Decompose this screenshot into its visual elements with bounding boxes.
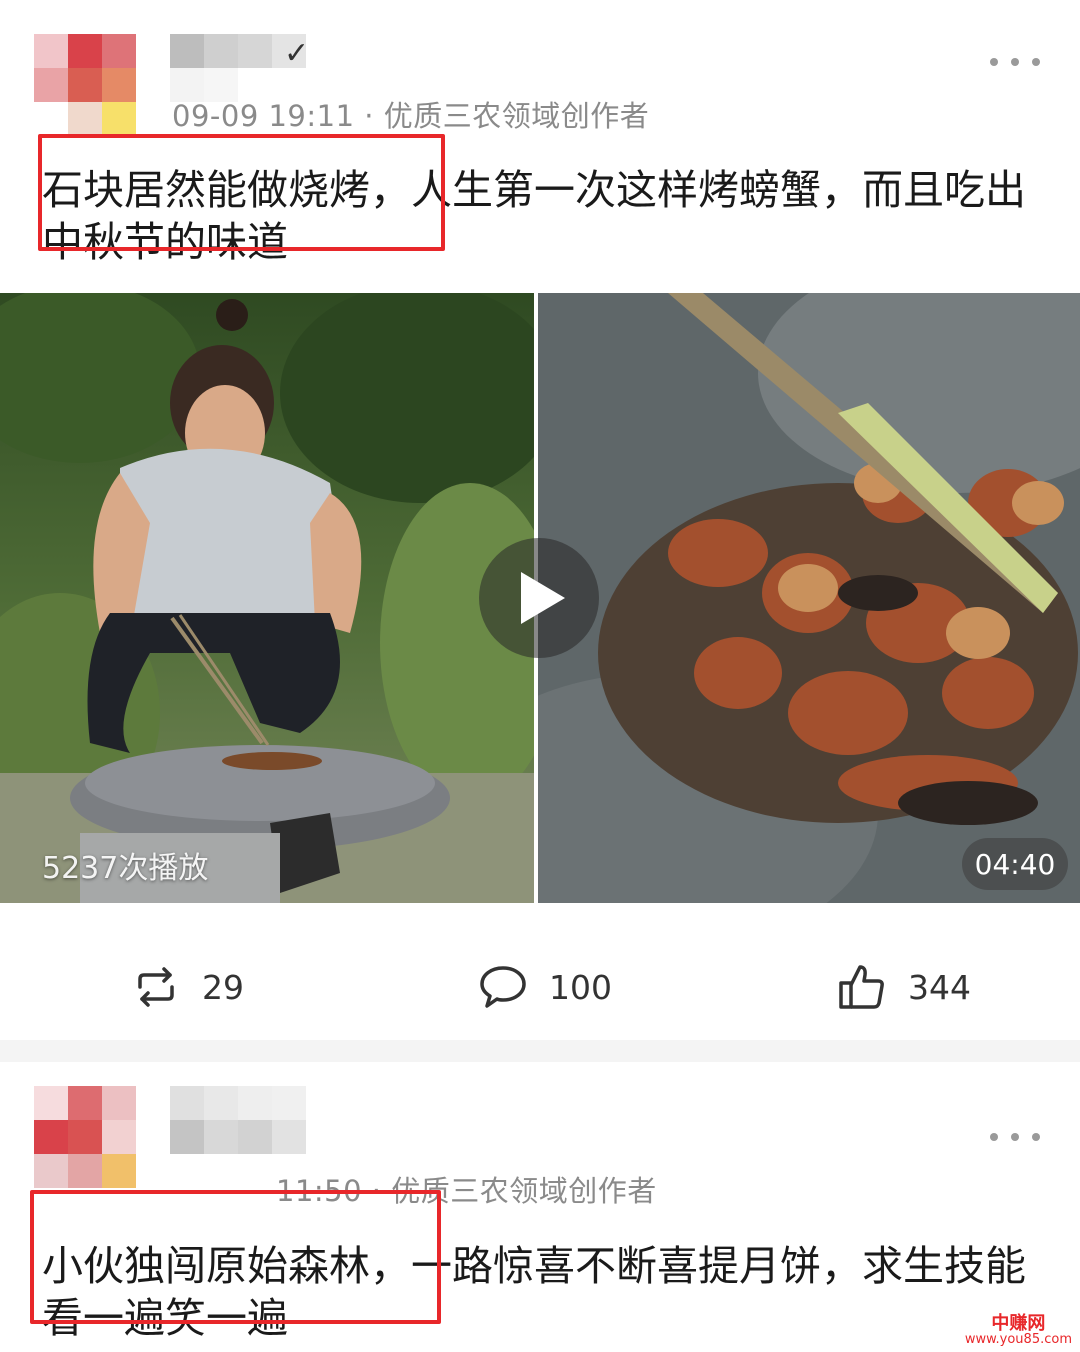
play-icon[interactable]	[479, 538, 599, 658]
red-highlight-box	[38, 134, 445, 251]
post-meta: 09-09 19:11 · 优质三农领域创作者	[172, 99, 650, 133]
video-thumbnail-left[interactable]	[0, 293, 534, 903]
red-highlight-box	[30, 1190, 441, 1324]
repost-button[interactable]: 29	[132, 955, 244, 1019]
avatar[interactable]	[34, 34, 136, 136]
more-dots-icon[interactable]	[990, 52, 1040, 72]
author-name-blurred[interactable]	[170, 1086, 306, 1154]
site-watermark: 中赚网 www.you85.com	[964, 1313, 1072, 1347]
video-duration: 04:40	[962, 838, 1068, 890]
repost-count: 29	[202, 967, 244, 1007]
thumbs-up-icon	[838, 963, 886, 1011]
video-thumbnail-right[interactable]	[538, 293, 1080, 903]
comment-button[interactable]: 100	[479, 955, 612, 1019]
action-bar: 29 100 344	[0, 955, 1080, 1019]
view-count: 5237次播放	[42, 851, 209, 886]
repost-icon	[132, 963, 180, 1011]
feed-separator	[0, 1040, 1080, 1062]
comment-count: 100	[549, 967, 612, 1007]
like-button[interactable]: 344	[838, 955, 971, 1019]
more-dots-icon[interactable]	[990, 1127, 1040, 1147]
like-count: 344	[908, 967, 971, 1007]
verified-check-icon: ✓	[284, 36, 310, 71]
feed-post-1[interactable]: ✓ 09-09 19:11 · 优质三农领域创作者 石块居然能做烧烤，人生第一次…	[0, 0, 1080, 1040]
avatar[interactable]	[34, 1086, 136, 1188]
feed-post-2[interactable]: 11:50 · 优质三农领域创作者 小伙独闯原始森林，一路惊喜不断喜提月饼，求生…	[0, 1062, 1080, 1352]
comment-icon	[479, 963, 527, 1011]
